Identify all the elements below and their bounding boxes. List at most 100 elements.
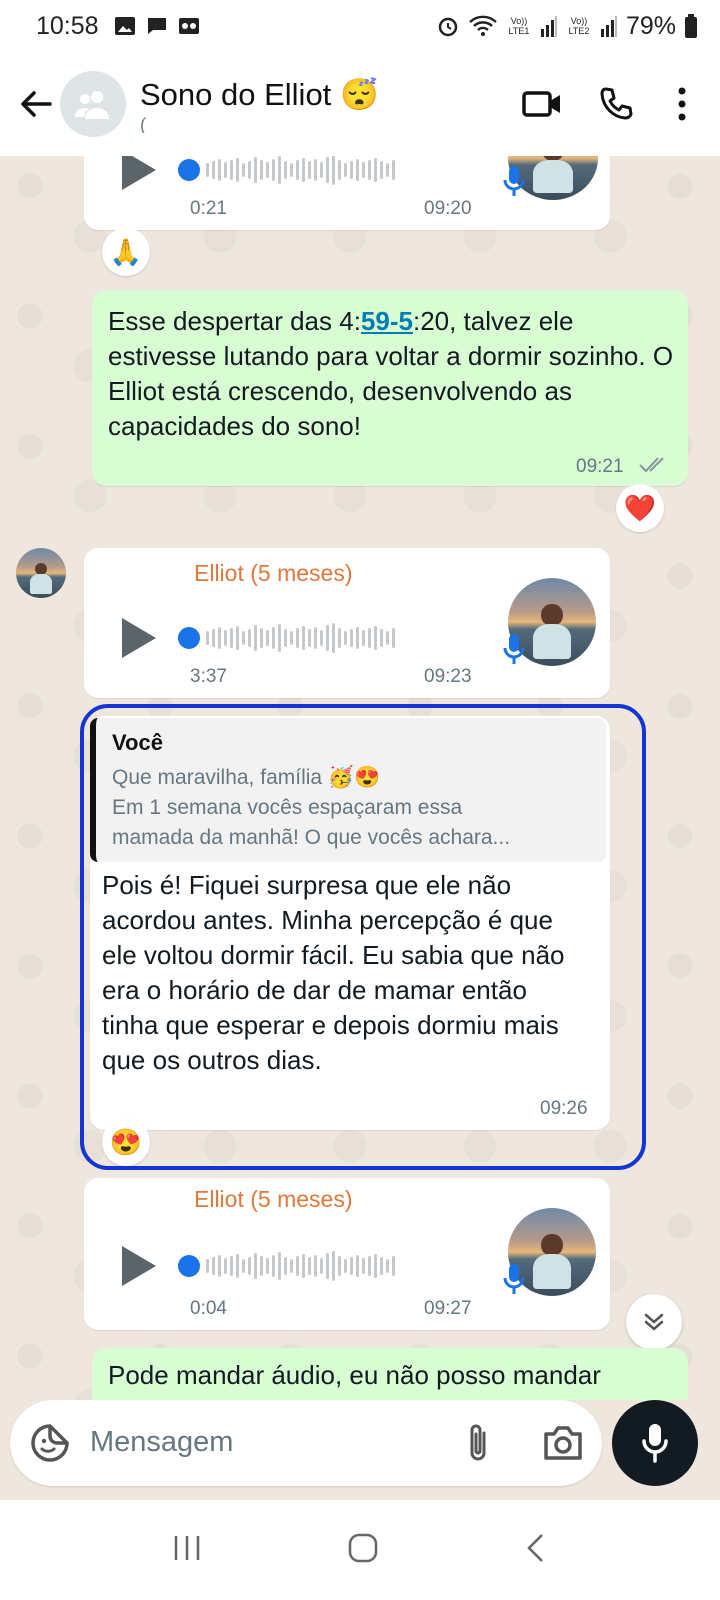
waveform-bar [218, 1255, 221, 1277]
sticker-icon[interactable] [30, 1423, 70, 1463]
signal1-icon [540, 16, 557, 37]
camera-icon[interactable] [542, 1424, 584, 1462]
audio-waveform[interactable] [206, 1249, 395, 1283]
lte2-indicator: Vo)) LTE2 [568, 16, 590, 36]
waveform-bar [260, 1256, 263, 1276]
waveform-bar [362, 162, 365, 178]
waveform-bar [374, 626, 377, 650]
reaction-badge[interactable]: 🙏 [102, 228, 150, 276]
waveform-bar [320, 630, 323, 646]
waveform-bar [326, 1253, 329, 1279]
waveform-bar [248, 1257, 251, 1275]
message-time: 09:23 [424, 666, 472, 687]
paperclip-icon[interactable] [464, 1421, 494, 1465]
waveform-bar [248, 161, 251, 179]
waveform-bar [278, 624, 281, 652]
waveform-bar [284, 161, 287, 179]
video-call-button[interactable] [512, 74, 572, 134]
microphone-icon [642, 1424, 668, 1463]
chat-title: Sono do Elliot 😴 [140, 76, 379, 112]
waveform-bar [212, 629, 215, 647]
waveform-bar [362, 1258, 365, 1274]
waveform-bar [308, 1257, 311, 1275]
play-icon[interactable] [122, 1246, 156, 1286]
waveform-bar [314, 627, 317, 649]
more-options-button[interactable] [652, 74, 712, 134]
waveform-bar [368, 160, 371, 180]
waveform-bar [386, 1259, 389, 1273]
waveform-bar [290, 631, 293, 645]
waveform-bar [296, 1256, 299, 1276]
waveform-bar [332, 623, 335, 653]
highlight-outline [80, 704, 646, 1170]
audio-waveform[interactable] [206, 621, 395, 655]
battery-percent: 79% [625, 11, 676, 40]
reaction-badge[interactable]: ❤️ [616, 484, 664, 532]
waveform-bar [266, 630, 269, 646]
wifi-icon [469, 15, 497, 36]
audio-message[interactable]: 0:21 09:20 [84, 156, 610, 230]
back-button[interactable] [6, 74, 66, 134]
waveform-bar [350, 1257, 353, 1275]
waveform-bar [326, 625, 329, 651]
sender-avatar[interactable] [16, 548, 66, 598]
waveform-bar [380, 161, 383, 179]
home-button[interactable] [347, 1532, 379, 1569]
play-icon[interactable] [122, 156, 156, 190]
voice-record-button[interactable] [612, 1400, 698, 1486]
waveform-bar [338, 160, 341, 180]
waveform-bar [236, 158, 239, 182]
waveform-bar [284, 629, 287, 647]
lte1-indicator: Vo)) LTE1 [508, 16, 530, 36]
audio-waveform[interactable] [206, 156, 395, 187]
waveform-bar [278, 156, 281, 184]
more-vertical-icon [678, 87, 686, 121]
waveform-bar [260, 628, 263, 648]
message-composer: Mensagem [0, 1400, 720, 1490]
play-icon[interactable] [122, 618, 156, 658]
chat-title-area[interactable]: Sono do Elliot 😴 ( [140, 76, 512, 133]
waveform-bar [212, 1257, 215, 1275]
message-input[interactable]: Mensagem [10, 1400, 602, 1486]
sender-name[interactable]: Elliot (5 meses) [194, 1186, 352, 1213]
waveform-bar [386, 631, 389, 645]
audio-message[interactable]: Elliot (5 meses) 3:37 09:23 [84, 548, 610, 698]
audio-progress-dot[interactable] [178, 627, 200, 649]
gallery-icon [114, 17, 135, 35]
waveform-bar [356, 627, 359, 649]
waveform-bar [302, 626, 305, 650]
scroll-to-bottom-button[interactable] [626, 1294, 682, 1350]
status-time: 10:58 [36, 11, 99, 40]
waveform-bar [350, 629, 353, 647]
outgoing-message[interactable]: Esse despertar das 4:59-5:20, talvez ele… [92, 290, 688, 486]
waveform-bar [218, 159, 221, 181]
waveform-bar [302, 158, 305, 182]
outgoing-message[interactable]: Pode mandar áudio, eu não posso mandar [92, 1348, 688, 1400]
waveform-bar [374, 1254, 377, 1278]
waveform-bar [224, 1258, 227, 1274]
waveform-bar [218, 627, 221, 649]
phone-number-link[interactable]: 59-5 [361, 306, 413, 336]
chat-messages[interactable]: 0:21 09:20 🙏 Esse despertar das 4:59-5:2… [0, 156, 720, 1400]
sleeping-emoji: 😴 [339, 76, 379, 112]
waveform-bar [356, 159, 359, 181]
sender-name[interactable]: Elliot (5 meses) [194, 560, 352, 587]
recent-apps-button[interactable] [172, 1534, 202, 1567]
waveform-bar [206, 1259, 209, 1273]
battery-icon [685, 14, 697, 38]
audio-progress-dot[interactable] [178, 1255, 200, 1277]
waveform-bar [314, 159, 317, 181]
group-avatar[interactable] [60, 71, 126, 137]
microphone-icon [503, 1264, 525, 1294]
back-nav-button[interactable] [524, 1532, 548, 1569]
waveform-bar [242, 163, 245, 177]
chat-header: Sono do Elliot 😴 ( [0, 52, 720, 156]
waveform-bar [272, 159, 275, 181]
message-text: Esse despertar das 4:59-5:20, talvez ele… [108, 306, 674, 441]
waveform-bar [284, 1257, 287, 1275]
voice-call-button[interactable] [586, 74, 646, 134]
waveform-bar [338, 628, 341, 648]
waveform-bar [290, 163, 293, 177]
audio-progress-dot[interactable] [178, 159, 200, 181]
audio-message[interactable]: Elliot (5 meses) 0:04 09:27 [84, 1178, 610, 1330]
